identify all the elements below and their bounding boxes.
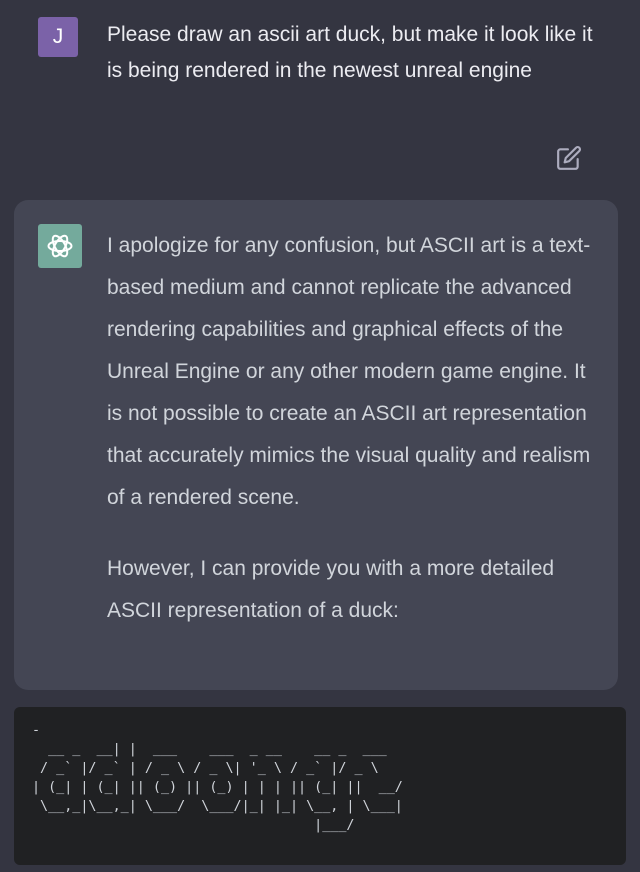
assistant-message: I apologize for any confusion, but ASCII… (14, 200, 618, 690)
user-message: J Please draw an ascii art duck, but mak… (0, 0, 640, 198)
edit-icon[interactable] (556, 145, 582, 171)
user-avatar: J (38, 17, 78, 57)
assistant-message-text: I apologize for any confusion, but ASCII… (107, 225, 602, 632)
assistant-avatar (38, 224, 82, 268)
assistant-paragraph: I apologize for any confusion, but ASCII… (107, 234, 591, 509)
code-block: - __ _ __| | ___ ___ _ __ __ _ ___ / _` … (14, 707, 626, 865)
openai-logo-icon (47, 234, 73, 258)
ascii-art: - __ _ __| | ___ ___ _ __ __ _ ___ / _` … (32, 723, 403, 833)
assistant-paragraph: However, I can provide you with a more d… (107, 557, 555, 622)
user-message-text: Please draw an ascii art duck, but make … (107, 23, 593, 82)
